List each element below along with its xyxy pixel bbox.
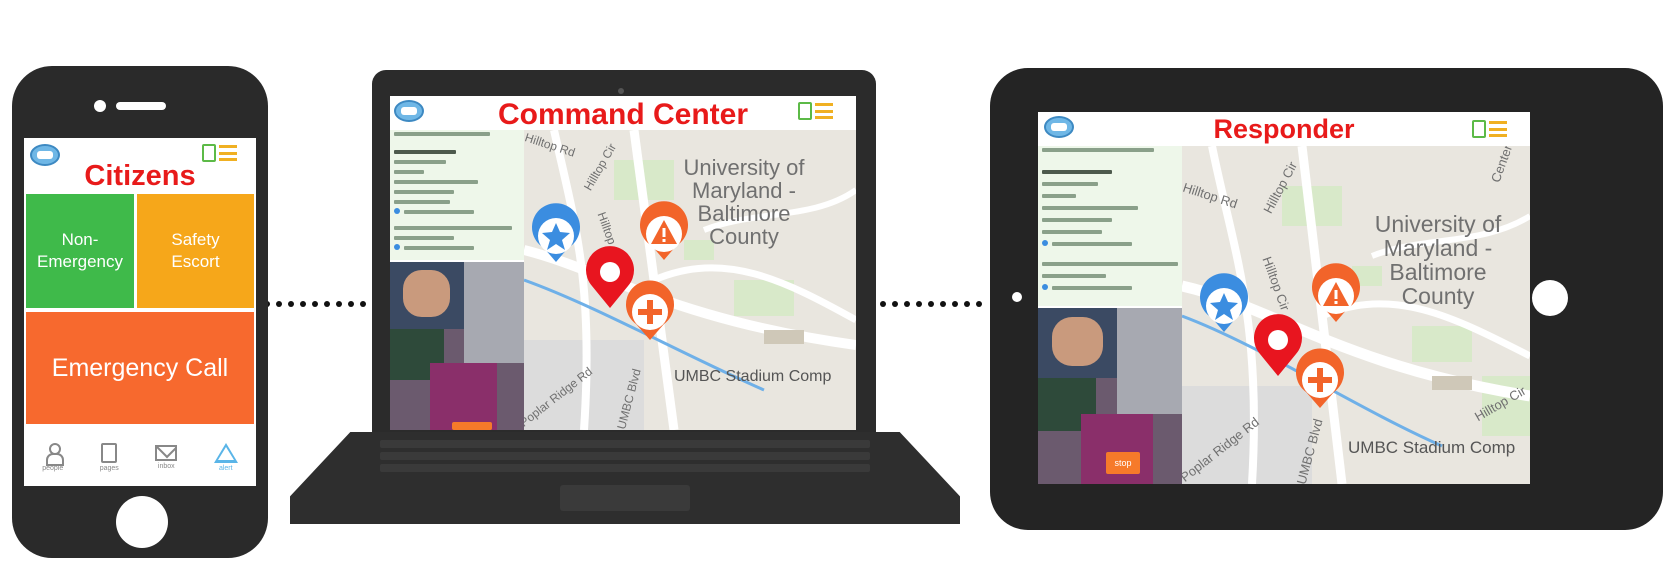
location-pin-icon <box>394 244 400 250</box>
hamburger-menu-icon[interactable] <box>1489 121 1507 137</box>
connector-dots-left <box>264 301 366 307</box>
responder-screen: Responder stop Hilltop Rd Hilltop Cir Hi… <box>1038 112 1530 484</box>
safety-escort-label: Safety Escort <box>171 230 220 271</box>
responder-star-marker[interactable] <box>532 203 580 262</box>
alert-icon <box>213 442 238 463</box>
safety-escort-button[interactable]: Safety Escort <box>137 194 254 308</box>
medical-cross-marker[interactable] <box>1296 348 1344 408</box>
page-title: Responder <box>1213 114 1355 144</box>
mail-icon <box>155 444 178 461</box>
emergency-profile-panel <box>390 130 524 260</box>
app-header: Command Center <box>390 96 856 131</box>
tab-people[interactable]: people <box>42 442 64 472</box>
tablet-camera <box>1012 292 1022 302</box>
phone-home-button[interactable] <box>116 496 168 548</box>
page-title: Command Center <box>497 98 749 131</box>
tab-label: people <box>42 464 64 472</box>
app-header: Responder <box>1038 112 1530 146</box>
document-icon[interactable] <box>798 102 812 120</box>
laptop-keyboard <box>380 440 870 476</box>
tab-alert[interactable]: alert <box>213 442 238 472</box>
hazard-warning-marker[interactable] <box>1312 263 1360 322</box>
emergency-call-label: Emergency Call <box>51 353 229 382</box>
tab-inbox[interactable]: inbox <box>155 444 178 470</box>
document-icon[interactable] <box>1472 120 1486 138</box>
tab-label: alert <box>218 464 233 472</box>
stop-button[interactable] <box>452 422 492 430</box>
phone-speaker <box>116 102 166 110</box>
incident-map[interactable]: Hilltop Rd Hilltop Cir Hilltop Cir Popla… <box>524 130 856 430</box>
map-markers <box>532 201 688 340</box>
citizens-phone: Citizens Non- Emergency Safety Escort Em… <box>12 66 268 558</box>
stop-button[interactable]: stop <box>1106 452 1140 474</box>
hamburger-menu-icon[interactable] <box>219 145 237 161</box>
phone-camera <box>94 100 106 112</box>
emergency-profile-panel <box>1038 146 1182 306</box>
tab-pages[interactable]: pages <box>99 442 119 472</box>
location-pin-icon <box>1042 284 1048 290</box>
map-markers <box>1200 263 1360 408</box>
tab-label: pages <box>99 464 119 472</box>
laptop-trackpad <box>560 485 690 511</box>
emergency-call-button[interactable]: Emergency Call <box>26 312 254 424</box>
responder-star-marker[interactable] <box>1200 273 1248 332</box>
command-center-laptop: Command Center Hilltop Rd Hilltop Cir Hi… <box>372 70 876 432</box>
tab-label: inbox <box>157 462 175 470</box>
incident-map[interactable]: Hilltop Rd Hilltop Cir Hilltop Cir Hillt… <box>1182 146 1530 484</box>
page-title: Citizens <box>84 160 196 192</box>
tablet-home-button[interactable] <box>1532 280 1568 316</box>
hazard-warning-marker[interactable] <box>640 201 688 260</box>
live-video-feed <box>390 262 524 430</box>
page-icon <box>101 442 118 463</box>
incident-location-marker[interactable] <box>1254 314 1302 376</box>
person-icon <box>45 442 64 466</box>
responder-tablet: Responder stop Hilltop Rd Hilltop Cir Hi… <box>990 68 1663 530</box>
command-center-screen: Command Center Hilltop Rd Hilltop Cir Hi… <box>390 96 856 430</box>
bottom-tab-bar: people pages inbox alert <box>24 428 256 486</box>
non-emergency-button[interactable]: Non- Emergency <box>26 194 134 308</box>
medical-cross-marker[interactable] <box>626 280 674 340</box>
citizens-app-screen: Citizens Non- Emergency Safety Escort Em… <box>24 138 256 486</box>
laptop-camera <box>618 88 624 94</box>
hamburger-menu-icon[interactable] <box>815 103 833 119</box>
location-pin-icon <box>394 208 400 214</box>
non-emergency-label: Non- Emergency <box>37 230 123 271</box>
connector-dots-right <box>880 301 982 307</box>
location-pin-icon <box>1042 240 1048 246</box>
